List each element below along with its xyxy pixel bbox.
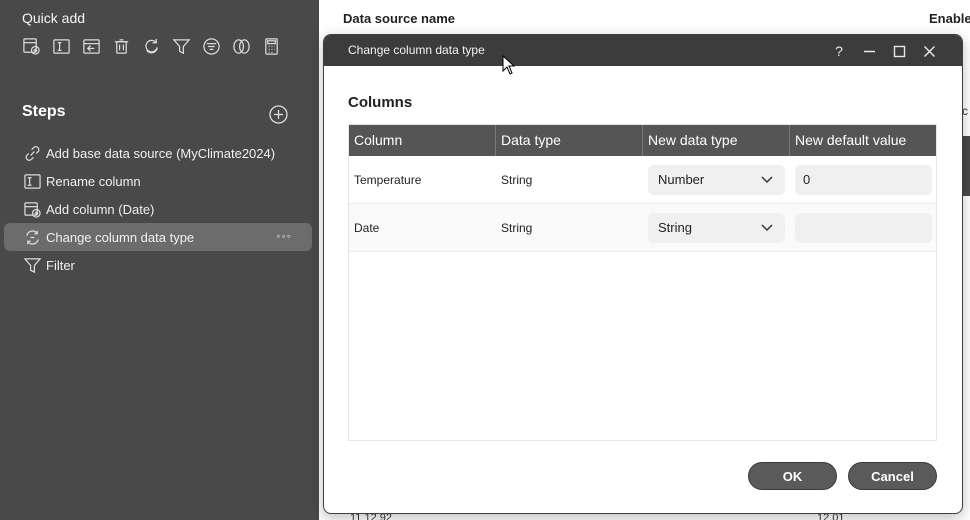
step-rename-column[interactable]: Rename column (4, 167, 312, 195)
step-filter[interactable]: Filter (4, 251, 312, 279)
new-data-type-select[interactable]: String (648, 212, 785, 243)
steps-list: Add base data source (MyClimate2024) Ren… (4, 139, 312, 279)
link-icon (24, 145, 41, 162)
new-default-value-input[interactable] (795, 212, 932, 243)
filter-icon[interactable] (170, 35, 192, 57)
rename-column-icon[interactable] (50, 35, 72, 57)
background-selected-row (962, 136, 970, 196)
section-title: Columns (348, 94, 413, 111)
refresh-icon[interactable] (140, 35, 162, 57)
data-type-cell: String (501, 220, 533, 235)
filter-icon (24, 257, 41, 274)
join-icon[interactable] (230, 35, 252, 57)
maximize-icon[interactable] (889, 41, 909, 61)
header-column[interactable]: Column (349, 125, 496, 156)
dialog-title: Change column data type (348, 43, 485, 57)
cancel-button[interactable]: Cancel (848, 462, 937, 490)
table-row: Date String String (349, 204, 936, 252)
header-data-type[interactable]: Data type (496, 125, 643, 156)
delete-icon[interactable] (110, 35, 132, 57)
grid-header: Column Data type New data type New defau… (349, 125, 936, 156)
step-label: Add column (Date) (46, 201, 155, 217)
add-column-icon (24, 201, 41, 218)
column-header-enable: Enable (929, 11, 970, 26)
close-icon[interactable] (919, 41, 939, 61)
step-label: Rename column (46, 173, 141, 189)
new-data-type-select[interactable]: Number (648, 164, 785, 195)
step-change-column-data-type[interactable]: Change column data type ◦◦◦ (4, 223, 312, 251)
steps-sidebar: Quick add Steps Add base data source (My… (0, 0, 319, 520)
change-type-icon (24, 229, 41, 246)
change-column-data-type-dialog: Change column data type ? Columns Column… (323, 34, 963, 514)
step-label: Add base data source (MyClimate2024) (46, 145, 276, 161)
column-name-cell: Date (354, 220, 380, 235)
data-type-cell: String (501, 172, 533, 187)
add-data-source-icon[interactable] (20, 35, 42, 57)
steps-title: Steps (22, 103, 66, 120)
new-default-value-input[interactable] (795, 164, 932, 195)
more-options-icon[interactable]: ◦◦◦ (276, 229, 292, 243)
step-add-base-data-source[interactable]: Add base data source (MyClimate2024) (4, 139, 312, 167)
mouse-cursor-icon (502, 55, 516, 75)
sort-icon[interactable] (200, 35, 222, 57)
table-row: Temperature String Number (349, 156, 936, 204)
dialog-titlebar[interactable]: Change column data type ? (324, 35, 962, 66)
chevron-down-icon (761, 175, 773, 183)
add-column-icon[interactable] (80, 35, 102, 57)
column-header-data-source-name: Data source name (343, 11, 455, 26)
step-label: Change column data type (46, 229, 195, 245)
quick-add-title: Quick add (22, 10, 86, 26)
select-value: String (658, 220, 692, 235)
chevron-down-icon (761, 223, 773, 231)
step-label: Filter (46, 257, 75, 273)
calculator-icon[interactable] (260, 35, 282, 57)
minimize-icon[interactable] (859, 41, 879, 61)
header-new-data-type[interactable]: New data type (643, 125, 790, 156)
column-name-cell: Temperature (354, 172, 422, 187)
help-icon[interactable]: ? (829, 41, 849, 61)
rename-column-icon (24, 173, 41, 190)
select-value: Number (658, 172, 705, 187)
quick-add-toolbar (20, 35, 282, 57)
ok-button[interactable]: OK (748, 462, 837, 490)
columns-grid: Column Data type New data type New defau… (348, 124, 937, 441)
header-new-default-value[interactable]: New default value (790, 125, 936, 156)
add-step-icon[interactable] (268, 104, 289, 125)
step-add-column[interactable]: Add column (Date) (4, 195, 312, 223)
